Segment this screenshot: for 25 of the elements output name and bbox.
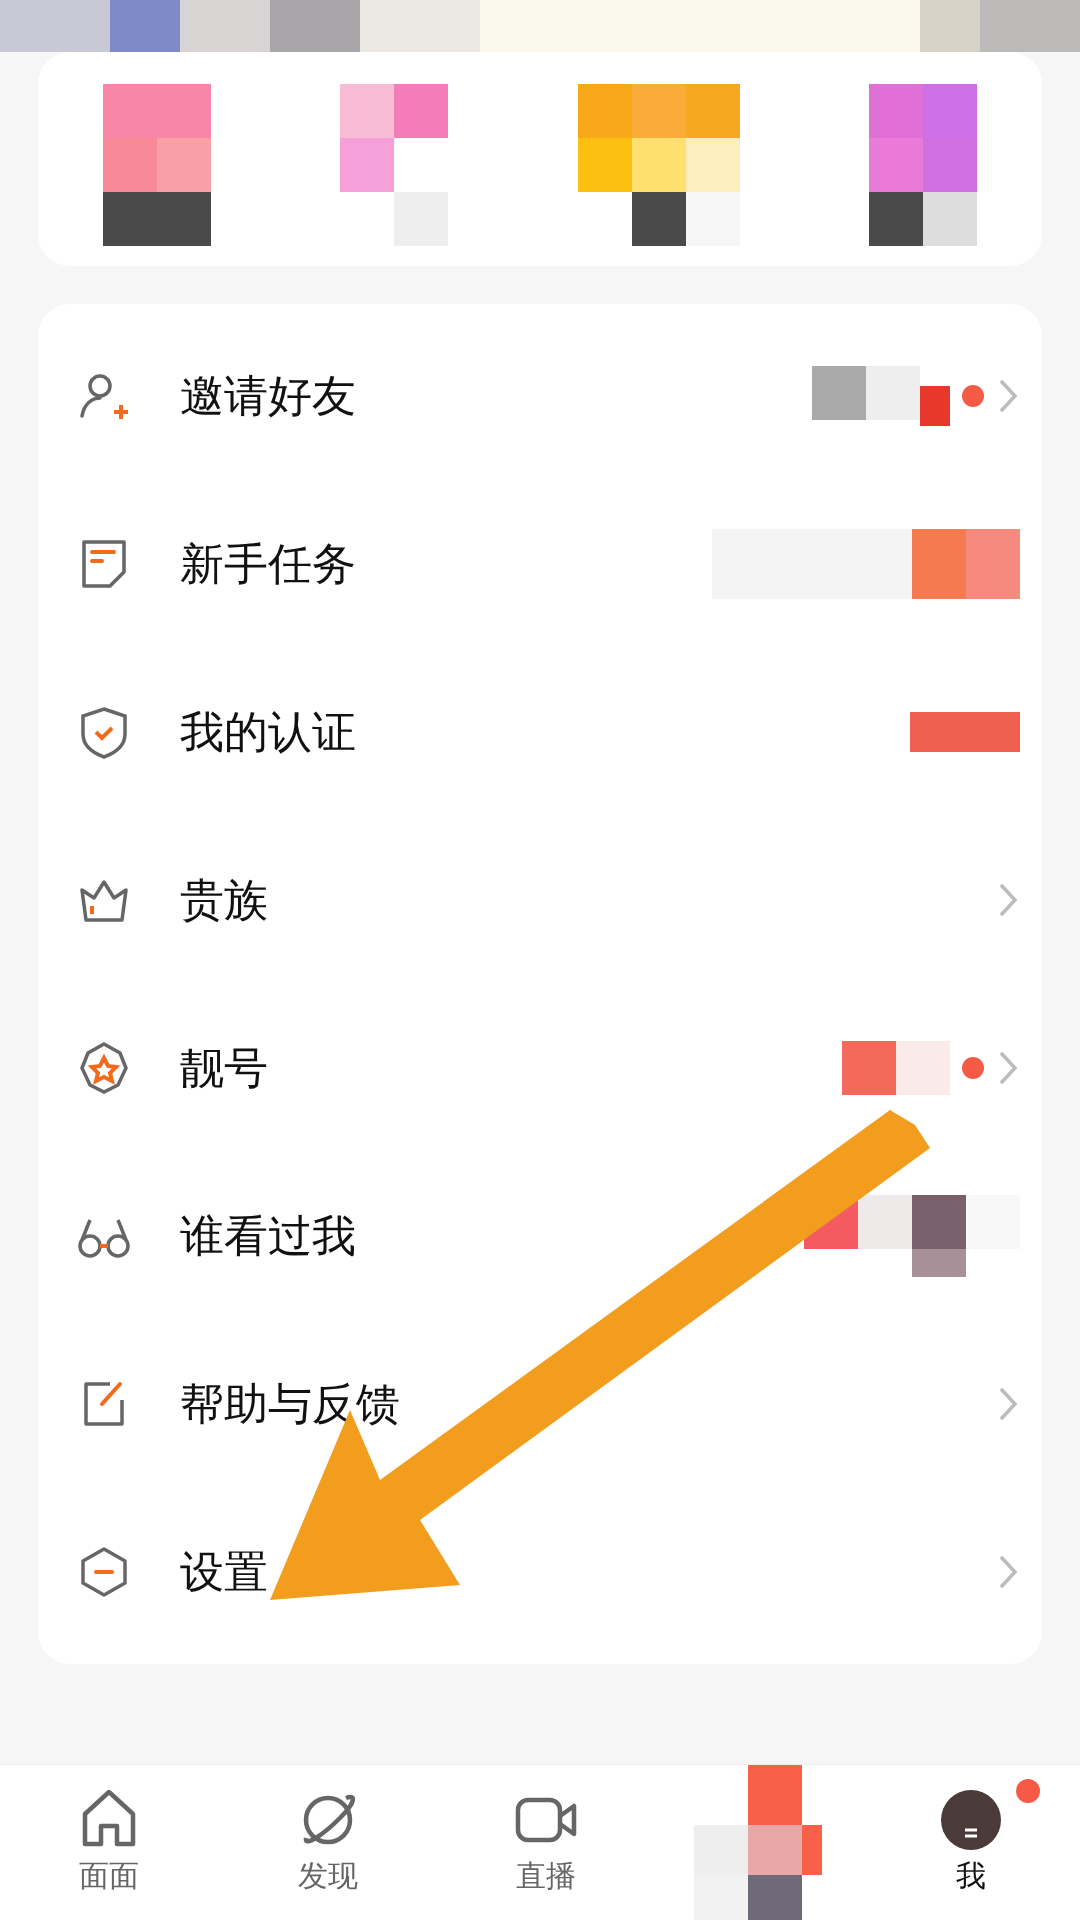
nav-tab[interactable]: 我 (861, 1765, 1080, 1920)
menu-label: 贵族 (180, 872, 269, 927)
menu-label: 谁看过我 (180, 1208, 357, 1263)
menu-row[interactable]: 我的认证 (38, 648, 1042, 816)
nav-tab[interactable]: 直播 (436, 1765, 656, 1920)
menu-row[interactable]: 邀请好友 (38, 312, 1042, 480)
menu-label: 帮助与反馈 (180, 1376, 401, 1431)
menu-row[interactable]: 帮助与反馈 (38, 1320, 1042, 1488)
tab-label: 面面 (79, 1857, 140, 1895)
avatar (938, 1788, 1003, 1852)
nav-tab[interactable]: 面面 (0, 1765, 219, 1920)
menu-row[interactable]: 靓号 (38, 984, 1042, 1152)
menu-row[interactable]: 谁看过我 (38, 1152, 1042, 1320)
menu-label: 我的认证 (180, 704, 357, 759)
tab-label: 发现 (297, 1857, 358, 1895)
tab-label: 直播 (516, 1857, 576, 1895)
menu-label: 新手任务 (180, 536, 357, 591)
menu-label: 设置 (180, 1544, 269, 1599)
menu-row[interactable]: 贵族 (38, 816, 1042, 984)
menu-row[interactable]: 新手任务 (38, 480, 1042, 648)
nav-tab[interactable]: 发现 (218, 1765, 437, 1920)
menu-row[interactable]: 设置 (38, 1488, 1042, 1656)
menu-label: 邀请好友 (180, 368, 357, 423)
tab-label: 我 (955, 1857, 986, 1895)
menu-label: 靓号 (180, 1040, 269, 1095)
